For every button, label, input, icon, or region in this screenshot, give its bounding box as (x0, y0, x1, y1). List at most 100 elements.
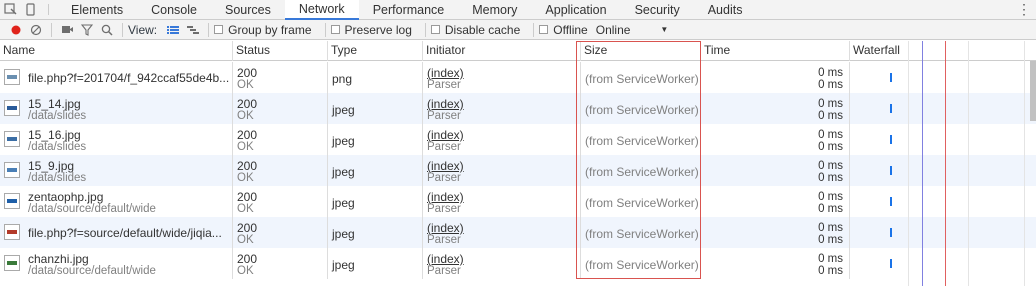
waterfall-bar (890, 197, 892, 206)
column-header-name[interactable]: Name (0, 41, 233, 61)
time-value: 0 ms (818, 67, 843, 79)
offline-checkbox[interactable]: Offline (539, 23, 588, 37)
throttling-select[interactable]: Online ▼ (596, 23, 669, 37)
tab-memory[interactable]: Memory (458, 0, 531, 19)
cell-time: 0 ms 0 ms (701, 93, 850, 124)
column-header-initiator[interactable]: Initiator (423, 41, 581, 61)
resource-type: png (332, 72, 353, 86)
more-options-icon[interactable]: ⋮ (1017, 1, 1031, 18)
latency-value: 0 ms (818, 203, 843, 215)
checkbox-box[interactable] (430, 25, 440, 34)
time-value: 0 ms (818, 129, 843, 141)
request-path: /data/slides (28, 110, 87, 122)
file-thumbnail-icon (4, 193, 20, 209)
clear-icon[interactable] (26, 20, 46, 40)
resource-type: jpeg (332, 134, 355, 148)
cell-waterfall (850, 124, 1036, 155)
filter-icon[interactable] (77, 20, 97, 40)
cell-name[interactable]: 15_16.jpg/data/slides (0, 124, 233, 155)
checkbox-box[interactable] (330, 25, 340, 34)
table-row[interactable]: 15_16.jpg/data/slides 200 OK jpeg (index… (0, 124, 1036, 155)
waterfall-grid-line (908, 41, 909, 286)
cell-time: 0 ms 0 ms (701, 186, 850, 217)
cell-name[interactable]: zentaophp.jpg/data/source/default/wide (0, 186, 233, 217)
cell-status: 200 OK (233, 217, 328, 248)
latency-value: 0 ms (818, 79, 843, 91)
checkbox-box[interactable] (214, 25, 224, 34)
cell-name[interactable]: 15_14.jpg/data/slides (0, 93, 233, 124)
group-by-frame-label: Group by frame (228, 22, 312, 37)
column-header-status[interactable]: Status (233, 41, 328, 61)
status-text: OK (237, 172, 254, 184)
network-toolbar: View: Group by frame Preserve log Disabl… (0, 20, 1036, 40)
checkbox-box[interactable] (539, 25, 549, 34)
show-overview-icon[interactable] (183, 20, 203, 40)
table-row[interactable]: 15_9.jpg/data/slides 200 OK jpeg (index)… (0, 155, 1036, 186)
initiator-type: Parser (427, 203, 461, 215)
record-icon[interactable] (6, 20, 26, 40)
cell-name[interactable]: chanzhi.jpg/data/source/default/wide (0, 248, 233, 279)
table-row[interactable]: chanzhi.jpg/data/source/default/wide 200… (0, 248, 1036, 279)
resource-type: jpeg (332, 258, 355, 272)
tab-elements[interactable]: Elements (57, 0, 137, 19)
preserve-log-checkbox[interactable]: Preserve log (330, 23, 412, 37)
tab-application[interactable]: Application (531, 0, 620, 19)
tab-sources[interactable]: Sources (211, 0, 285, 19)
cell-initiator: (index) Parser (423, 124, 581, 155)
request-name: file.php?f=source/default/wide/jiqia... (28, 226, 222, 240)
cell-status: 200 OK (233, 62, 328, 93)
request-path: /data/slides (28, 141, 87, 153)
view-label: View: (128, 22, 158, 37)
tab-network[interactable]: Network (284, 0, 359, 20)
cell-name[interactable]: file.php?f=201704/f_942ccaf55de4b... (0, 62, 233, 93)
tab-audits[interactable]: Audits (694, 0, 757, 19)
large-request-rows-icon[interactable] (163, 20, 183, 40)
tab-console[interactable]: Console (137, 0, 211, 19)
file-thumbnail-icon (4, 100, 20, 116)
cell-waterfall (850, 93, 1036, 124)
tab-performance[interactable]: Performance (359, 0, 459, 19)
latency-value: 0 ms (818, 234, 843, 246)
disable-cache-checkbox[interactable]: Disable cache (430, 23, 520, 37)
status-text: OK (237, 141, 254, 153)
cell-status: 200 OK (233, 155, 328, 186)
cell-waterfall (850, 62, 1036, 93)
request-name: file.php?f=201704/f_942ccaf55de4b... (28, 71, 230, 85)
vertical-scrollbar[interactable] (1030, 61, 1036, 121)
cell-name[interactable]: 15_9.jpg/data/slides (0, 155, 233, 186)
capture-screenshots-icon[interactable] (57, 20, 77, 40)
column-header-time[interactable]: Time (701, 41, 850, 61)
toolbar-separator (424, 22, 426, 37)
waterfall-domcontentloaded-line (922, 41, 923, 286)
file-thumbnail-icon (4, 131, 20, 147)
waterfall-grid-line (968, 41, 969, 286)
cell-time: 0 ms 0 ms (701, 124, 850, 155)
initiator-type: Parser (427, 234, 461, 246)
column-header-type[interactable]: Type (328, 41, 423, 61)
latency-value: 0 ms (818, 265, 843, 277)
tab-security[interactable]: Security (621, 0, 694, 19)
time-value: 0 ms (818, 222, 843, 234)
request-path: /data/source/default/wide (28, 203, 156, 215)
resource-type: jpeg (332, 103, 355, 117)
table-row[interactable]: file.php?f=201704/f_942ccaf55de4b... 200… (0, 62, 1036, 93)
latency-value: 0 ms (818, 172, 843, 184)
group-by-frame-checkbox[interactable]: Group by frame (214, 22, 312, 37)
resource-type: jpeg (332, 196, 355, 210)
waterfall-grid-line (1024, 41, 1025, 286)
time-value: 0 ms (818, 160, 843, 172)
cell-waterfall (850, 186, 1036, 217)
table-row[interactable]: zentaophp.jpg/data/source/default/wide 2… (0, 186, 1036, 217)
cell-name[interactable]: file.php?f=source/default/wide/jiqia... (0, 217, 233, 248)
table-row[interactable]: file.php?f=source/default/wide/jiqia... … (0, 217, 1036, 248)
initiator-type: Parser (427, 172, 461, 184)
cell-type: jpeg (328, 217, 423, 248)
cell-time: 0 ms 0 ms (701, 62, 850, 93)
search-icon[interactable] (97, 20, 117, 40)
table-row[interactable]: 15_14.jpg/data/slides 200 OK jpeg (index… (0, 93, 1036, 124)
inspect-element-icon[interactable] (0, 0, 20, 19)
device-toolbar-icon[interactable] (20, 0, 40, 19)
column-header-waterfall[interactable]: Waterfall (850, 41, 1036, 61)
cell-type: jpeg (328, 155, 423, 186)
cell-status: 200 OK (233, 186, 328, 217)
